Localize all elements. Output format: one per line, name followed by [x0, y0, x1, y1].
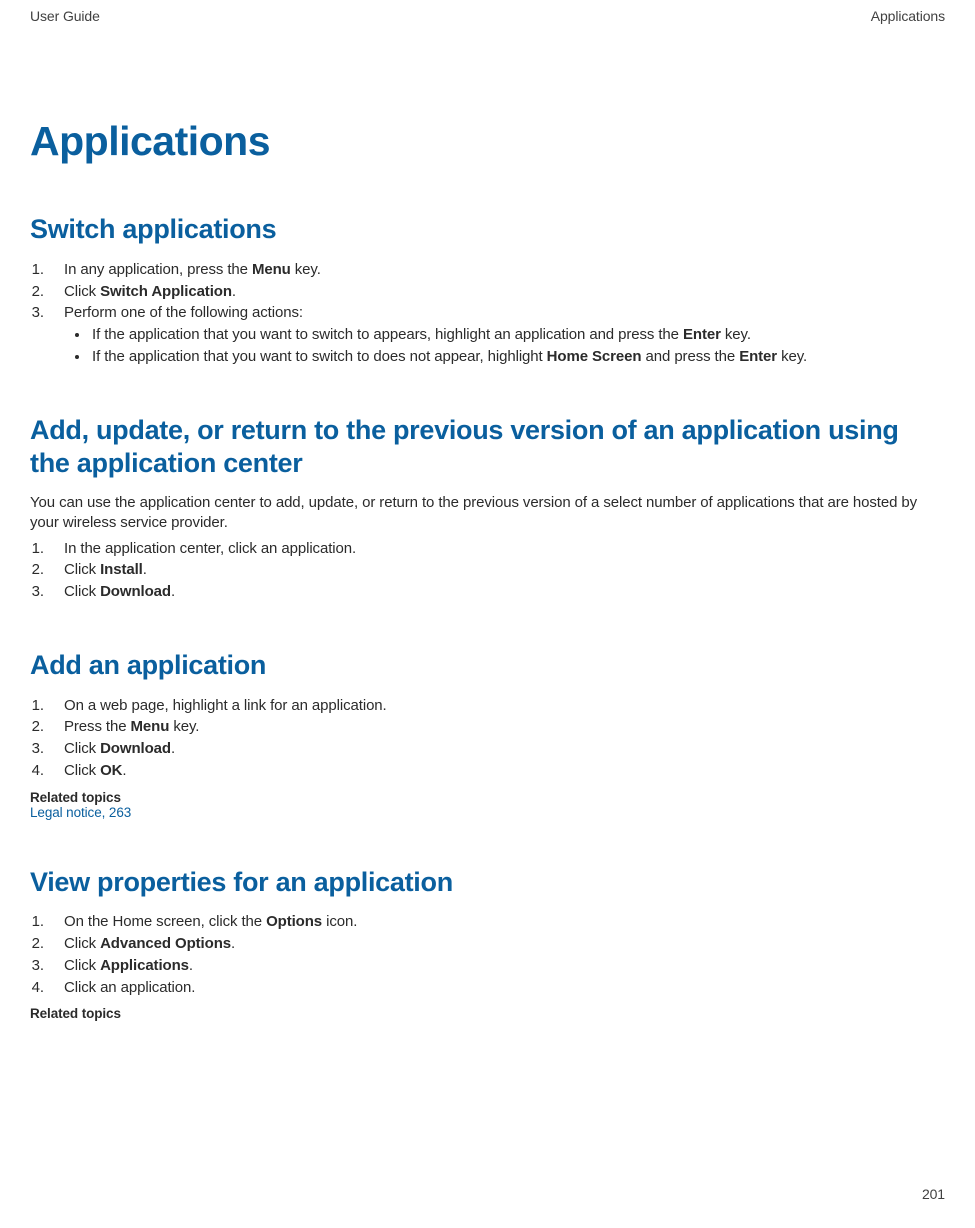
- switch-sublist: If the application that you want to swit…: [64, 324, 945, 368]
- list-item: Click OK.: [48, 760, 945, 782]
- list-item: Click Download.: [48, 738, 945, 760]
- related-topics-label: Related topics: [30, 790, 945, 805]
- heading-switch-applications: Switch applications: [30, 213, 945, 247]
- page-number: 201: [922, 1186, 945, 1202]
- list-item: Click Applications.: [48, 955, 945, 977]
- list-item: If the application that you want to swit…: [90, 324, 945, 346]
- heading-app-center: Add, update, or return to the previous v…: [30, 414, 945, 482]
- list-item: Click Install.: [48, 559, 945, 581]
- heading-add-application: Add an application: [30, 649, 945, 683]
- list-item: Perform one of the following actions: If…: [48, 302, 945, 367]
- header-right: Applications: [871, 8, 945, 24]
- appcenter-intro: You can use the application center to ad…: [30, 493, 945, 534]
- header-left: User Guide: [30, 8, 100, 24]
- viewprops-steps: On the Home screen, click the Options ic…: [30, 911, 945, 998]
- list-item: In any application, press the Menu key.: [48, 259, 945, 281]
- related-link-legal-notice[interactable]: Legal notice, 263: [30, 805, 945, 820]
- related-topics-label: Related topics: [30, 1006, 945, 1021]
- list-item: Click Download.: [48, 581, 945, 603]
- list-item: In the application center, click an appl…: [48, 538, 945, 560]
- list-item: On the Home screen, click the Options ic…: [48, 911, 945, 933]
- list-item: Press the Menu key.: [48, 716, 945, 738]
- addapp-steps: On a web page, highlight a link for an a…: [30, 695, 945, 782]
- list-item: On a web page, highlight a link for an a…: [48, 695, 945, 717]
- heading-view-properties: View properties for an application: [30, 866, 945, 900]
- list-item: If the application that you want to swit…: [90, 346, 945, 368]
- list-item: Click Advanced Options.: [48, 933, 945, 955]
- list-item: Click an application.: [48, 977, 945, 999]
- page-header: User Guide Applications: [30, 8, 945, 24]
- page-title: Applications: [30, 118, 945, 165]
- appcenter-steps: In the application center, click an appl…: [30, 538, 945, 603]
- list-item: Click Switch Application.: [48, 281, 945, 303]
- switch-steps: In any application, press the Menu key. …: [30, 259, 945, 368]
